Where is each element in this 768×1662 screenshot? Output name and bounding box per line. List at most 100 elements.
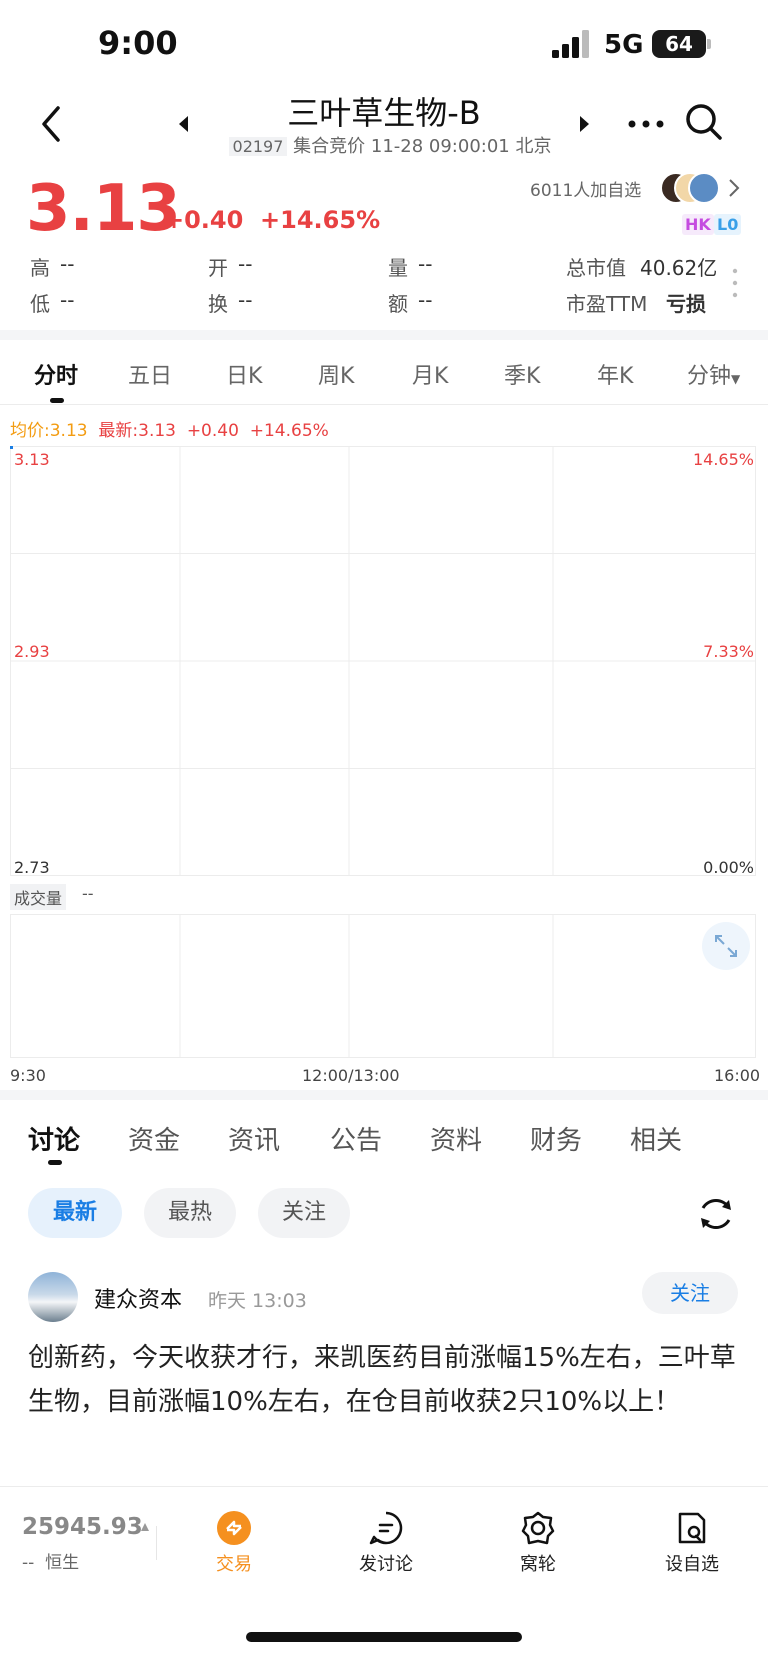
tab-announcements[interactable]: 公告	[330, 1120, 382, 1157]
tab-indicator	[48, 1160, 62, 1165]
change-amount: +0.40	[164, 206, 244, 234]
time-open: 9:30	[10, 1066, 46, 1085]
tab-five-day[interactable]: 五日	[128, 358, 172, 390]
y-axis-right-max: 14.65%	[692, 450, 754, 469]
discussion-icon[interactable]	[368, 1510, 404, 1546]
add-watchlist-icon[interactable]	[674, 1510, 710, 1546]
section-divider	[0, 330, 768, 340]
latest-price: 最新:3.13	[98, 421, 176, 441]
avatar[interactable]	[28, 1272, 78, 1322]
amount-label: 额	[388, 292, 408, 316]
stock-title: 三叶草生物-B	[287, 94, 481, 132]
filter-hot[interactable]: 最热	[144, 1188, 236, 1238]
next-stock-icon[interactable]	[576, 114, 592, 134]
latest-change-pct: +14.65%	[249, 421, 329, 441]
status-time: 9:00	[98, 24, 178, 62]
session-info: 02197 集合竞价 11-28 09:00:01 北京	[220, 132, 560, 158]
tab-related[interactable]: 相关	[630, 1120, 682, 1157]
expand-stats-icon[interactable]	[732, 268, 738, 298]
search-icon[interactable]	[682, 100, 726, 144]
volume-label: 量	[388, 256, 408, 280]
index-up-icon	[141, 1523, 149, 1531]
follow-button[interactable]: 关注	[642, 1272, 738, 1314]
caret-down-icon: ▼	[731, 372, 741, 386]
bottom-bar-separator	[156, 1526, 157, 1560]
more-icon[interactable]	[626, 104, 666, 144]
level-badge: L0	[714, 214, 742, 235]
post-time: 昨天 13:03	[208, 1290, 307, 1312]
time-close: 16:00	[714, 1066, 761, 1085]
back-icon[interactable]	[32, 100, 72, 148]
tab-quarterly-k[interactable]: 季K	[504, 358, 540, 390]
filter-latest[interactable]: 最新	[28, 1188, 122, 1238]
index-info: -- 恒生	[22, 1548, 79, 1573]
volume-value: --	[418, 252, 433, 276]
post-author[interactable]: 建众资本	[94, 1282, 182, 1314]
latest-change: +0.40	[186, 421, 239, 441]
low-value: --	[60, 288, 75, 312]
tab-monthly-k[interactable]: 月K	[412, 358, 448, 390]
fullscreen-icon[interactable]	[702, 922, 750, 970]
tab-profile[interactable]: 资料	[430, 1120, 482, 1157]
turnover-label: 换	[208, 292, 228, 316]
market-badge-hk: HK	[682, 214, 714, 235]
stock-code: 02197	[228, 137, 288, 156]
change-percent: +14.65%	[260, 206, 381, 234]
price-change: +0.40 +14.65%	[164, 206, 380, 234]
tab-capital[interactable]: 资金	[128, 1120, 180, 1157]
tab-indicator	[50, 398, 64, 403]
volume-chart-label: 成交量	[10, 884, 67, 910]
warrant-icon[interactable]	[520, 1510, 556, 1546]
trade-icon[interactable]	[216, 1510, 252, 1546]
y-axis-right-min: 0.00%	[703, 858, 754, 877]
post-content[interactable]: 创新药，今天收获才行，来凯医药目前涨幅15%左右，三叶草生物，目前涨幅10%左右…	[28, 1336, 740, 1424]
high-value: --	[60, 252, 75, 276]
bottom-bar-divider	[0, 1486, 768, 1487]
filter-following[interactable]: 关注	[258, 1188, 350, 1238]
pe-label: 市盈TTM	[566, 292, 648, 316]
tab-divider	[0, 404, 768, 405]
index-change: --	[22, 1553, 35, 1573]
y-axis-right-mid: 7.33%	[703, 642, 754, 661]
network-label: 5G	[604, 30, 644, 60]
home-indicator[interactable]	[246, 1632, 522, 1642]
follower-avatars[interactable]	[660, 172, 720, 204]
session-time: 集合竞价 11-28 09:00:01 北京	[293, 136, 552, 157]
nav-warrant[interactable]: 窝轮	[478, 1550, 598, 1576]
high-label: 高	[30, 256, 50, 280]
low-label: 低	[30, 292, 50, 316]
nav-trade[interactable]: 交易	[174, 1550, 294, 1576]
tab-minute[interactable]: 分钟▼	[687, 358, 740, 390]
pe-value: 亏损	[666, 292, 706, 316]
current-price: 3.13	[26, 172, 181, 246]
y-axis-min: 2.73	[14, 858, 50, 877]
refresh-icon[interactable]	[696, 1194, 736, 1234]
market-cap-value: 40.62亿	[640, 256, 718, 280]
y-axis-mid: 2.93	[14, 642, 50, 661]
volume-chart[interactable]	[10, 914, 756, 1058]
tab-financials[interactable]: 财务	[530, 1120, 582, 1157]
index-value[interactable]: 25945.93	[22, 1514, 143, 1540]
intraday-chart[interactable]	[10, 446, 756, 876]
tab-daily-k[interactable]: 日K	[226, 358, 262, 390]
tab-weekly-k[interactable]: 周K	[318, 358, 354, 390]
tab-intraday[interactable]: 分时	[34, 358, 78, 390]
avg-price: 均价:3.13	[10, 421, 88, 441]
nav-add-watchlist[interactable]: 设自选	[632, 1550, 752, 1576]
turnover-value: --	[238, 288, 253, 312]
tab-discussion[interactable]: 讨论	[28, 1120, 80, 1157]
volume-chart-value: --	[82, 884, 94, 903]
open-value: --	[238, 252, 253, 276]
nav-post-discussion[interactable]: 发讨论	[326, 1550, 446, 1576]
open-label: 开	[208, 256, 228, 280]
previous-stock-icon[interactable]	[176, 114, 192, 134]
signal-icon	[552, 30, 589, 58]
intraday-summary: 均价:3.13 最新:3.13 +0.40 +14.65%	[10, 416, 329, 441]
chevron-right-icon[interactable]	[728, 178, 740, 198]
followers-count[interactable]: 6011人加自选	[530, 176, 641, 201]
section-divider	[0, 1090, 768, 1100]
tab-yearly-k[interactable]: 年K	[597, 358, 633, 390]
market-cap-label: 总市值	[566, 256, 626, 280]
battery-icon: 64	[652, 30, 706, 58]
tab-news[interactable]: 资讯	[228, 1120, 280, 1157]
